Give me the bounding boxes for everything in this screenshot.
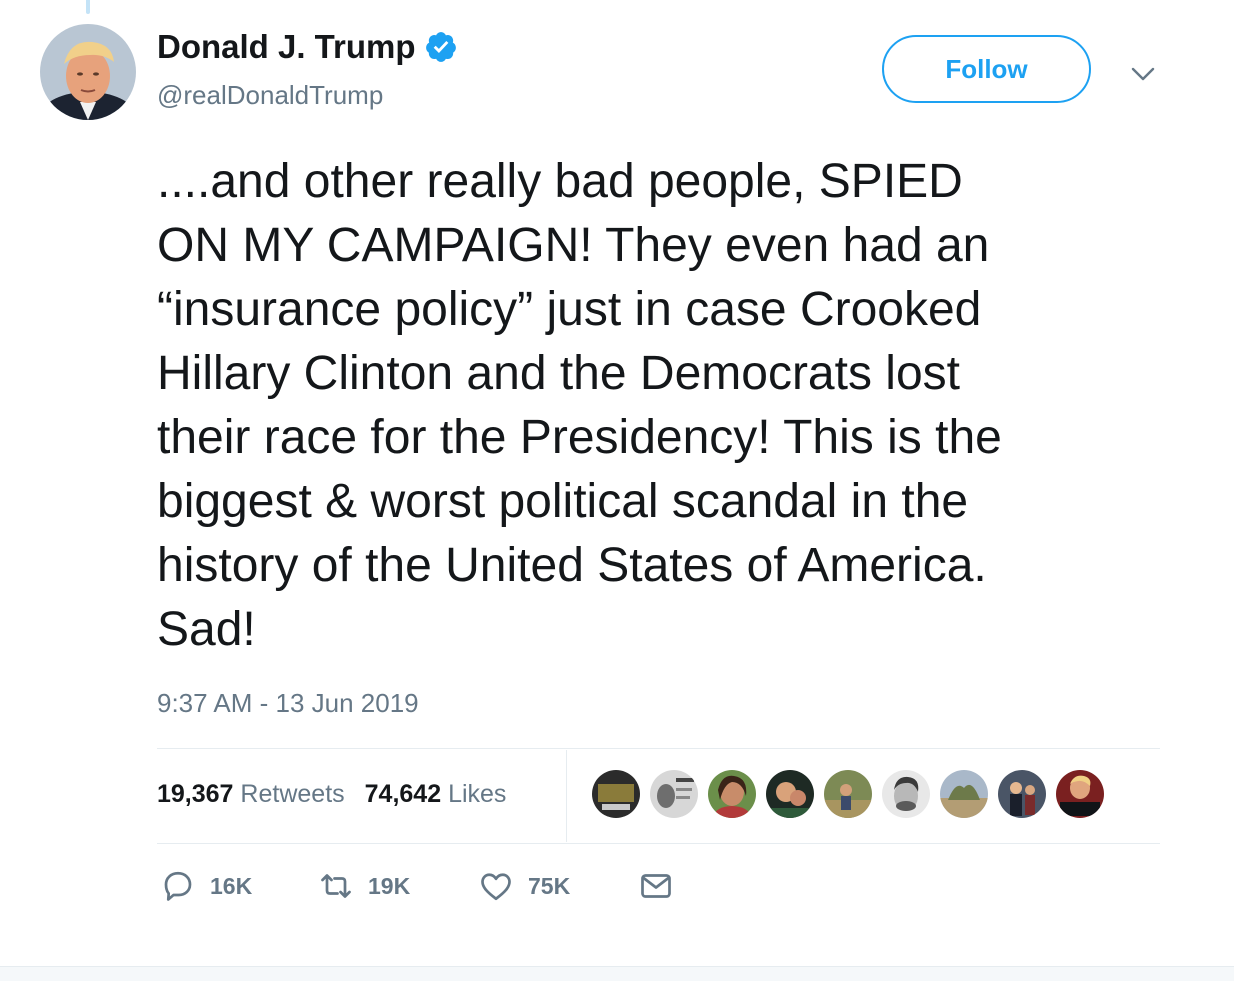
liker-avatar[interactable]: [592, 770, 640, 818]
tweet-text-line: ....and other really bad people, SPIED: [157, 155, 963, 208]
retweets-label: Retweets: [240, 780, 345, 808]
like-button[interactable]: 75K: [478, 868, 570, 904]
liker-avatar[interactable]: [766, 770, 814, 818]
author-handle[interactable]: @realDonaldTrump: [157, 80, 383, 111]
liker-avatar[interactable]: [1056, 770, 1104, 818]
liker-avatar[interactable]: [940, 770, 988, 818]
divider: [157, 843, 1160, 844]
follow-button[interactable]: Follow: [882, 35, 1091, 103]
tweet-text-line: biggest & worst political scandal in the: [157, 475, 969, 528]
liker-avatar[interactable]: [882, 770, 930, 818]
thread-connector-line: [86, 0, 90, 14]
tweet-text-line: history of the United States of America.: [157, 539, 987, 592]
tweet-text-line: Hillary Clinton and the Democrats lost: [157, 347, 960, 400]
tweet-text-line: “insurance policy” just in case Crooked: [157, 283, 982, 336]
retweet-icon: [318, 868, 354, 904]
chevron-down-icon[interactable]: [1128, 58, 1158, 88]
tweet-text-line: ON MY CAMPAIGN! They even had an: [157, 219, 990, 272]
liker-avatar[interactable]: [650, 770, 698, 818]
tweet-text: ....and other really bad people, SPIED O…: [157, 150, 1167, 662]
envelope-icon: [638, 868, 674, 904]
likes-stat[interactable]: 74,642 Likes: [365, 780, 507, 809]
tweet-text-line: their race for the Presidency! This is t…: [157, 411, 1002, 464]
reply-count: 16K: [210, 872, 253, 899]
reply-icon: [160, 868, 196, 904]
author-display-name[interactable]: Donald J. Trump: [157, 28, 416, 66]
stats-separator: [566, 750, 567, 842]
retweets-count: 19,367: [157, 780, 234, 808]
retweet-count: 19K: [368, 872, 411, 899]
verified-badge-icon: [424, 30, 458, 64]
retweets-stat[interactable]: 19,367 Retweets: [157, 780, 345, 809]
likes-count: 74,642: [364, 780, 442, 808]
liker-avatar[interactable]: [998, 770, 1046, 818]
tweet-timestamp[interactable]: 9:37 AM - 13 Jun 2019: [157, 688, 419, 719]
retweet-button[interactable]: 19K: [318, 868, 410, 904]
liker-avatar[interactable]: [708, 770, 756, 818]
tweet-stats: 19,367 Retweets 74,642 Likes: [157, 780, 506, 809]
footer-strip: [0, 966, 1234, 981]
reply-button[interactable]: 16K: [160, 868, 252, 904]
direct-message-button[interactable]: [638, 868, 674, 904]
liker-avatar[interactable]: [824, 770, 872, 818]
divider: [157, 748, 1160, 749]
author-avatar[interactable]: [40, 24, 136, 120]
heart-icon: [478, 868, 514, 904]
like-count: 75K: [528, 872, 571, 899]
likes-label: Likes: [448, 780, 507, 808]
tweet-text-line: Sad!: [157, 603, 256, 656]
